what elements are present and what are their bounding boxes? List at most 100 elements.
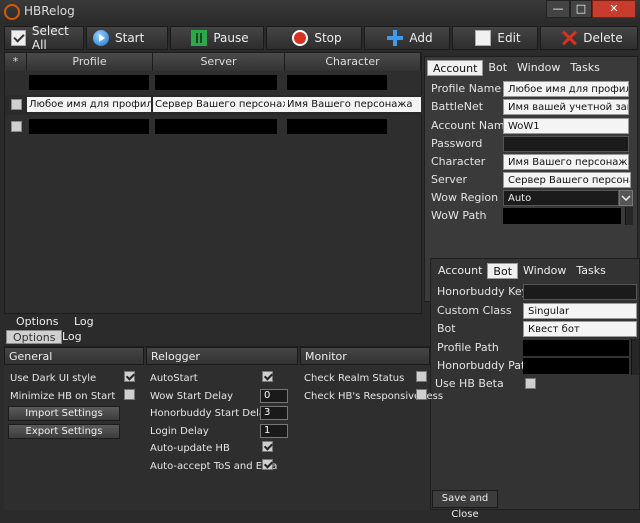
tab-account[interactable]: Account	[427, 60, 484, 76]
scrollbar[interactable]	[631, 357, 639, 375]
row-checkbox[interactable]	[11, 99, 22, 110]
tab-window[interactable]: Window	[518, 263, 571, 279]
edit-document-icon	[475, 30, 492, 46]
login-delay-input[interactable]: 1	[260, 424, 288, 438]
dark-ui-checkbox[interactable]	[124, 371, 135, 382]
honorbuddy-path-label: Honorbuddy Path	[437, 359, 533, 372]
character-cell: Имя Вашего персонажа	[285, 97, 421, 112]
tab-bot[interactable]: Bot	[487, 263, 519, 279]
import-settings-button[interactable]: Import Settings	[8, 406, 120, 421]
responsiveness-checkbox[interactable]	[416, 389, 427, 400]
auto-update-checkbox[interactable]	[262, 441, 273, 452]
profile-cell	[29, 119, 149, 134]
stop-button[interactable]: Stop	[266, 26, 362, 50]
auto-update-label: Auto-update HB	[150, 443, 230, 454]
hb-start-delay-input[interactable]: 3	[260, 406, 288, 420]
minimize-label: Minimize HB on Start	[10, 391, 116, 402]
add-label: Add	[409, 31, 433, 45]
column-header-server[interactable]: Server	[153, 53, 285, 71]
tab-options[interactable]: Options	[10, 315, 64, 329]
dark-ui-label: Use Dark UI style	[10, 373, 97, 384]
account-name-label: Account Name	[431, 119, 512, 132]
column-header-profile[interactable]: Profile	[27, 53, 153, 71]
battlenet-label: BattleNet	[431, 100, 484, 113]
save-and-close-button[interactable]: Save and Close	[432, 490, 498, 520]
profile-path-label: Profile Path	[437, 341, 499, 354]
table-row[interactable]	[5, 117, 423, 137]
edit-button[interactable]: Edit	[452, 26, 538, 50]
honorbuddy-key-label: Honorbuddy Key	[437, 285, 529, 298]
tab-tasks[interactable]: Tasks	[571, 263, 610, 279]
table-row[interactable]	[5, 73, 423, 93]
wow-start-delay-input[interactable]: 0	[260, 389, 288, 403]
use-hb-beta-checkbox[interactable]	[525, 378, 536, 389]
wow-path-field[interactable]	[503, 208, 621, 224]
character-cell	[287, 119, 387, 134]
app-logo-icon	[4, 4, 20, 20]
add-button[interactable]: Add	[364, 26, 450, 50]
tab-window[interactable]: Window	[512, 60, 565, 76]
honorbuddy-path-field[interactable]	[523, 358, 629, 374]
wow-region-select[interactable]: Auto	[503, 190, 619, 206]
pause-button[interactable]: Pause	[170, 26, 264, 50]
character-field[interactable]: Имя Вашего персонажа	[503, 154, 629, 170]
auto-accept-label: Auto-accept ToS and Eula	[150, 461, 278, 472]
pause-icon	[191, 30, 208, 46]
battlenet-field[interactable]: Имя вашей учетной запис	[503, 99, 629, 115]
start-button[interactable]: Start	[86, 26, 168, 50]
custom-class-label: Custom Class	[437, 304, 512, 317]
realm-status-label: Check Realm Status	[304, 373, 405, 384]
table-row[interactable]: Любое имя для профиля Сервер Вашего перс…	[5, 95, 423, 115]
tab-log[interactable]: Log	[68, 315, 100, 329]
character-cell	[287, 75, 387, 90]
custom-class-select[interactable]: Singular	[523, 303, 637, 319]
server-cell	[155, 75, 277, 90]
minimize-button[interactable]: —	[546, 0, 570, 18]
column-header-character[interactable]: Character	[285, 53, 421, 71]
delete-label: Delete	[583, 31, 623, 45]
row-checkbox[interactable]	[11, 121, 22, 132]
select-all-button[interactable]: Select All	[4, 24, 84, 52]
auto-accept-checkbox[interactable]	[262, 459, 273, 470]
use-hb-beta-label: Use HB Beta	[435, 377, 504, 390]
tab-log-ghost[interactable]: Log	[56, 330, 88, 344]
profile-cell	[29, 75, 149, 90]
wow-start-delay-label: Wow Start Delay	[150, 391, 234, 402]
tab-bot[interactable]: Bot	[483, 60, 512, 76]
server-cell: Сервер Вашего персонажа	[153, 97, 285, 112]
relogger-group-header: Relogger	[146, 347, 298, 365]
bot-settings-panel: Account Bot Window Tasks Honorbuddy Key …	[430, 258, 640, 510]
tab-tasks[interactable]: Tasks	[565, 60, 604, 76]
autostart-checkbox[interactable]	[262, 371, 273, 382]
tab-options-ghost[interactable]: Options	[6, 330, 63, 344]
delete-button[interactable]: Delete	[540, 26, 638, 50]
edit-label: Edit	[497, 31, 521, 45]
bot-select[interactable]: Квест бот	[523, 321, 637, 337]
plus-icon	[387, 30, 404, 46]
start-label: Start	[115, 31, 145, 45]
stop-icon	[292, 30, 309, 46]
minimize-checkbox[interactable]	[124, 389, 135, 400]
options-area: General Relogger Monitor Use Dark UI sty…	[4, 346, 443, 510]
password-field[interactable]	[503, 136, 629, 152]
grid-header-marker: *	[5, 53, 27, 71]
login-delay-label: Login Delay	[150, 426, 209, 437]
profile-name-field[interactable]: Любое имя для профиля	[503, 81, 629, 97]
bot-label: Bot	[437, 322, 456, 335]
export-settings-button[interactable]: Export Settings	[8, 424, 120, 439]
realm-status-checkbox[interactable]	[416, 371, 427, 382]
select-all-label: Select All	[31, 24, 69, 52]
honorbuddy-key-field[interactable]	[523, 284, 637, 300]
maximize-button[interactable]: □	[570, 0, 592, 18]
region-dropdown-button[interactable]	[619, 190, 633, 206]
account-name-field[interactable]: WoW1	[503, 118, 629, 134]
monitor-group-header: Monitor	[300, 347, 430, 365]
close-button[interactable]: ✕	[592, 0, 636, 18]
profile-path-field[interactable]	[523, 340, 629, 356]
scrollbar[interactable]	[625, 207, 633, 225]
window-title: HBRelog	[24, 4, 75, 18]
password-label: Password	[431, 137, 483, 150]
server-field[interactable]: Сервер Вашего персонаж	[503, 172, 631, 188]
scrollbar[interactable]	[631, 339, 639, 357]
tab-account[interactable]: Account	[433, 263, 487, 279]
